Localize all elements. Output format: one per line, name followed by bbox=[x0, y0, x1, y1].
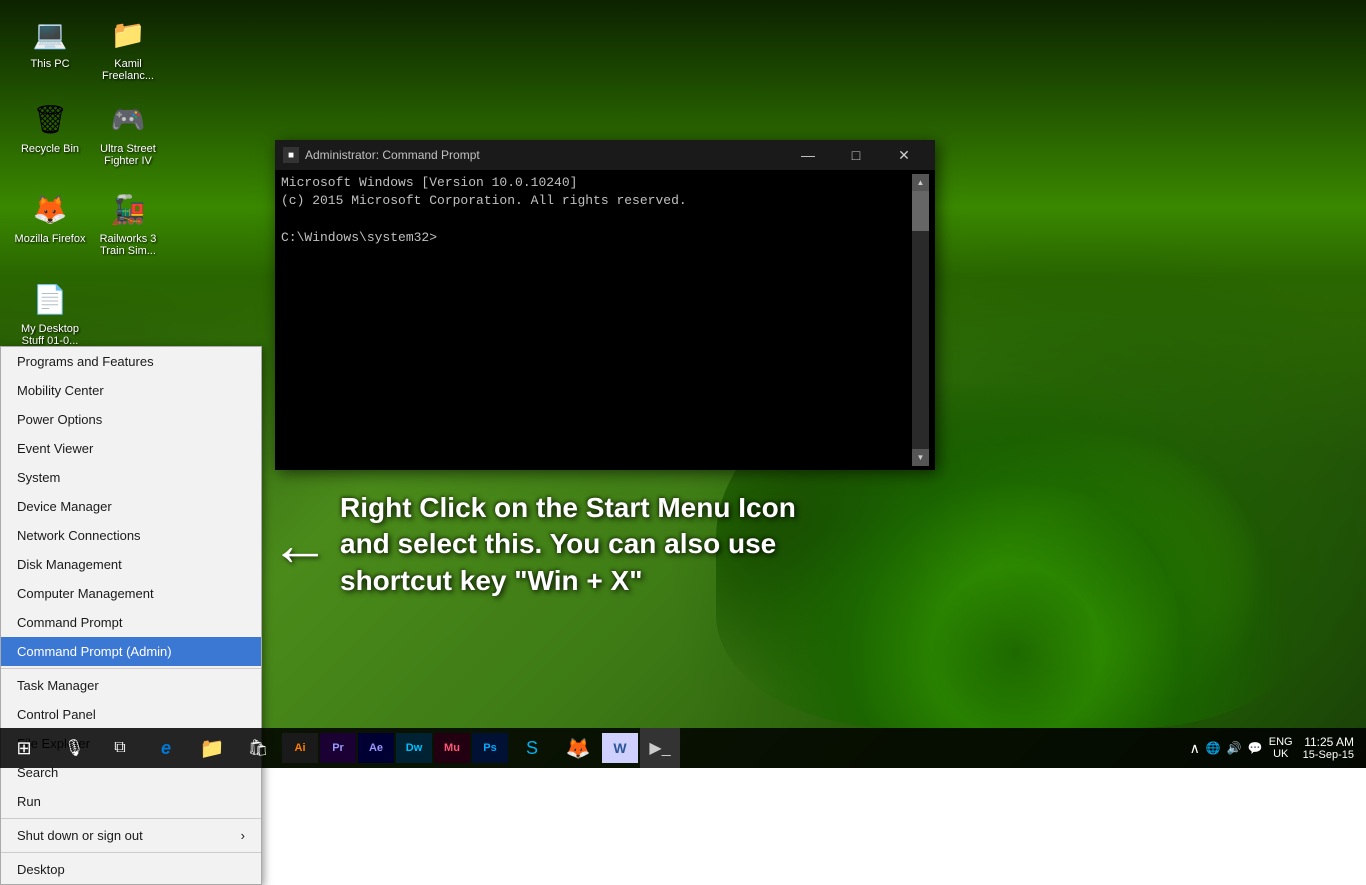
language-code: ENG bbox=[1269, 736, 1293, 748]
this-pc-icon: 💻 bbox=[30, 14, 70, 54]
cmd-titlebar[interactable]: ■ Administrator: Command Prompt — □ ✕ bbox=[275, 140, 935, 170]
cmd-window: ■ Administrator: Command Prompt — □ ✕ Mi… bbox=[275, 140, 935, 470]
annotation-arrow-icon: ← bbox=[270, 515, 330, 575]
scroll-thumb[interactable] bbox=[912, 191, 929, 231]
taskbar-skype[interactable]: S bbox=[510, 728, 554, 768]
cmd-content[interactable]: Microsoft Windows [Version 10.0.10240] (… bbox=[281, 174, 912, 466]
scroll-track[interactable] bbox=[912, 191, 929, 449]
cmd-line4: C:\Windows\system32> bbox=[281, 229, 912, 247]
taskbar-premiere[interactable]: Pr bbox=[320, 733, 356, 763]
recycle-bin-label: Recycle Bin bbox=[21, 143, 79, 155]
desktop-icon-railworks[interactable]: 🚂 Railworks 3 Train Sim... bbox=[88, 185, 168, 261]
menu-divider-1 bbox=[1, 668, 261, 669]
my-desktop-label: My Desktop Stuff 01-0... bbox=[14, 323, 86, 347]
cmd-maximize-button[interactable]: □ bbox=[833, 140, 879, 170]
firefox-icon: 🦊 bbox=[30, 189, 70, 229]
shut-down-label: Shut down or sign out bbox=[17, 828, 143, 843]
desktop-icon-this-pc[interactable]: 💻 This PC bbox=[10, 10, 90, 74]
desktop-icon-firefox[interactable]: 🦊 Mozilla Firefox bbox=[10, 185, 90, 249]
taskbar-icons: 🎙 ⧉ e 📁 🛍 Ai Pr Ae Dw Mu Ps S 🦊 bbox=[48, 728, 1182, 768]
show-hidden-icons-button[interactable]: ∧ bbox=[1190, 740, 1200, 757]
menu-item-network-connections[interactable]: Network Connections bbox=[1, 521, 261, 550]
language-indicator[interactable]: ENG UK bbox=[1269, 736, 1293, 760]
menu-item-computer-management[interactable]: Computer Management bbox=[1, 579, 261, 608]
start-icon: ⊞ bbox=[16, 738, 31, 759]
taskbar-photoshop[interactable]: Ps bbox=[472, 733, 508, 763]
desktop-icon-my-desktop[interactable]: 📄 My Desktop Stuff 01-0... bbox=[10, 275, 90, 351]
menu-item-run[interactable]: Run bbox=[1, 787, 261, 816]
taskbar-muse[interactable]: Mu bbox=[434, 733, 470, 763]
menu-item-disk-management[interactable]: Disk Management bbox=[1, 550, 261, 579]
menu-item-event-viewer[interactable]: Event Viewer bbox=[1, 434, 261, 463]
ultra-street-icon: 🎮 bbox=[108, 99, 148, 139]
menu-item-system[interactable]: System bbox=[1, 463, 261, 492]
taskbar-firefox[interactable]: 🦊 bbox=[556, 728, 600, 768]
annotation: ← Right Click on the Start Menu Icon and… bbox=[270, 490, 840, 599]
railworks-label: Railworks 3 Train Sim... bbox=[92, 233, 164, 257]
kamil-label: Kamil Freelanc... bbox=[92, 58, 164, 82]
menu-item-desktop[interactable]: Desktop bbox=[1, 855, 261, 884]
cmd-controls: — □ ✕ bbox=[785, 140, 927, 170]
desktop-icon-recycle-bin[interactable]: 🗑 Recycle Bin bbox=[10, 95, 90, 159]
annotation-text: Right Click on the Start Menu Icon and s… bbox=[340, 490, 840, 599]
desktop-icon-ultra-street[interactable]: 🎮 Ultra Street Fighter IV bbox=[88, 95, 168, 171]
recycle-bin-icon: 🗑 bbox=[30, 99, 70, 139]
menu-item-shut-down[interactable]: Shut down or sign out › bbox=[1, 821, 261, 850]
cmd-minimize-button[interactable]: — bbox=[785, 140, 831, 170]
taskbar-word[interactable]: W bbox=[602, 733, 638, 763]
cmd-close-button[interactable]: ✕ bbox=[881, 140, 927, 170]
menu-divider-3 bbox=[1, 852, 261, 853]
context-menu: Programs and Features Mobility Center Po… bbox=[0, 346, 262, 885]
menu-item-task-manager[interactable]: Task Manager bbox=[1, 671, 261, 700]
scroll-down-button[interactable]: ▼ bbox=[912, 449, 929, 466]
taskbar-file-explorer[interactable]: 📁 bbox=[190, 728, 234, 768]
railworks-icon: 🚂 bbox=[108, 189, 148, 229]
taskbar-illustrator[interactable]: Ai bbox=[282, 733, 318, 763]
taskbar-cortana-mic[interactable]: 🎙 bbox=[52, 728, 96, 768]
menu-item-control-panel[interactable]: Control Panel bbox=[1, 700, 261, 729]
menu-item-mobility-center[interactable]: Mobility Center bbox=[1, 376, 261, 405]
notification-icon[interactable]: 💬 bbox=[1248, 741, 1263, 755]
menu-item-power-options[interactable]: Power Options bbox=[1, 405, 261, 434]
taskbar-task-view[interactable]: ⧉ bbox=[98, 728, 142, 768]
taskbar: ⊞ 🎙 ⧉ e 📁 🛍 Ai Pr Ae Dw Mu Ps S bbox=[0, 728, 1366, 768]
clock-time: 11:25 AM bbox=[1303, 735, 1354, 749]
menu-item-programs-features[interactable]: Programs and Features bbox=[1, 347, 261, 376]
this-pc-label: This PC bbox=[30, 58, 69, 70]
clock-date: 15-Sep-15 bbox=[1303, 749, 1354, 761]
ultra-street-label: Ultra Street Fighter IV bbox=[92, 143, 164, 167]
taskbar-dreamweaver[interactable]: Dw bbox=[396, 733, 432, 763]
taskbar-store[interactable]: 🛍 bbox=[236, 728, 280, 768]
shut-down-arrow-icon: › bbox=[241, 828, 245, 843]
desktop-icon-kamil[interactable]: 📁 Kamil Freelanc... bbox=[88, 10, 168, 86]
scroll-up-button[interactable]: ▲ bbox=[912, 174, 929, 191]
kamil-icon: 📁 bbox=[108, 14, 148, 54]
cmd-line2: (c) 2015 Microsoft Corporation. All righ… bbox=[281, 192, 912, 210]
taskbar-edge[interactable]: e bbox=[144, 728, 188, 768]
taskbar-cmd[interactable]: ▶_ bbox=[640, 728, 680, 768]
desktop: 💻 This PC 📁 Kamil Freelanc... 🗑 Recycle … bbox=[0, 0, 1366, 768]
my-desktop-icon: 📄 bbox=[30, 279, 70, 319]
cmd-body: Microsoft Windows [Version 10.0.10240] (… bbox=[275, 170, 935, 470]
volume-icon[interactable]: 🔊 bbox=[1227, 741, 1242, 755]
start-button[interactable]: ⊞ bbox=[0, 728, 48, 768]
firefox-label: Mozilla Firefox bbox=[15, 233, 86, 245]
cmd-scrollbar[interactable]: ▲ ▼ bbox=[912, 174, 929, 466]
cmd-window-icon: ■ bbox=[283, 147, 299, 163]
menu-divider-2 bbox=[1, 818, 261, 819]
taskbar-system-tray: ∧ 🌐 🔊 💬 ENG UK 11:25 AM 15-Sep-15 bbox=[1182, 735, 1366, 761]
language-region: UK bbox=[1269, 748, 1293, 760]
cmd-title: Administrator: Command Prompt bbox=[305, 148, 785, 162]
network-icon[interactable]: 🌐 bbox=[1206, 741, 1221, 755]
menu-item-command-prompt[interactable]: Command Prompt bbox=[1, 608, 261, 637]
system-clock[interactable]: 11:25 AM 15-Sep-15 bbox=[1299, 735, 1358, 761]
menu-item-command-prompt-admin[interactable]: Command Prompt (Admin) bbox=[1, 637, 261, 666]
cmd-line3 bbox=[281, 210, 912, 228]
menu-item-device-manager[interactable]: Device Manager bbox=[1, 492, 261, 521]
cmd-line1: Microsoft Windows [Version 10.0.10240] bbox=[281, 174, 912, 192]
taskbar-after-effects[interactable]: Ae bbox=[358, 733, 394, 763]
